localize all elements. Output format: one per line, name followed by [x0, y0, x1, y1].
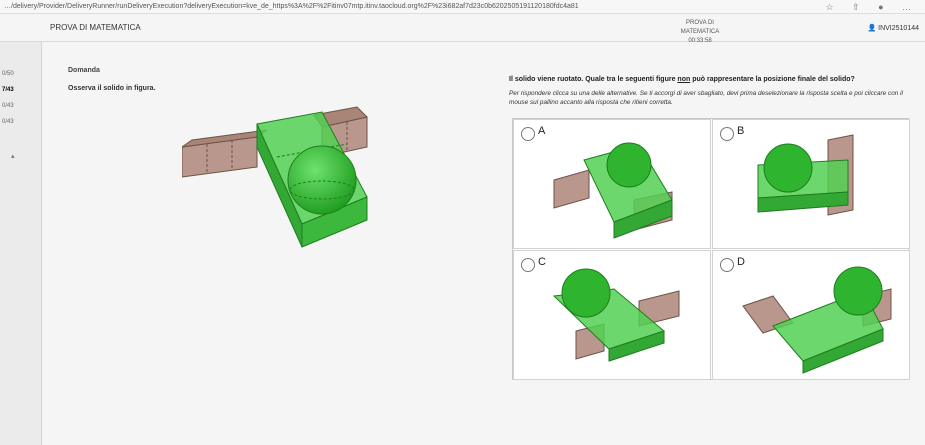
choice-b-figure [757, 134, 854, 216]
test-header: PROVA DI MATEMATICA PROVA DI MATEMATICA … [0, 14, 925, 44]
collapse-arrow-icon[interactable]: ▴ [11, 152, 15, 160]
choice-c-figure [552, 268, 680, 362]
choice-a-figure [553, 142, 673, 239]
prompt-negation: non [677, 76, 691, 83]
sidebar-item-section-4[interactable]: 0/43 [0, 114, 41, 130]
answer-choices: A B C D [512, 118, 910, 380]
sidebar-item-section-1[interactable]: 0/50 [0, 66, 41, 82]
sidebar: 0/50 7/43 0/43 0/43 ▴ [0, 42, 42, 445]
choice-d-figure [742, 266, 892, 374]
browser-url-bar[interactable]: …/delivery/Provider/DeliveryRunner/runDe… [0, 0, 925, 14]
sidebar-item-section-2[interactable]: 7/43 [0, 82, 41, 98]
choice-b[interactable]: B [712, 119, 910, 249]
sidebar-item-section-3[interactable]: 0/43 [0, 98, 41, 114]
user-id: INVI2510144 [878, 25, 919, 32]
solid-figure [182, 106, 368, 248]
choice-c[interactable]: C [513, 250, 711, 380]
test-title: PROVA DI MATEMATICA [50, 23, 141, 32]
choice-d[interactable]: D [712, 250, 910, 380]
stimulus-text: Osserva il solido in figura. [68, 85, 156, 92]
header-center-title: PROVA DI MATEMATICA [680, 20, 720, 35]
prompt-part-2: può rappresentare la posizione finale de… [690, 76, 855, 83]
instructions-text: Per rispondere clicca su una delle alter… [509, 90, 903, 106]
question-prompt: Il solido viene ruotato. Quale tra le se… [509, 76, 855, 83]
choice-a[interactable]: A [513, 119, 711, 249]
url-text: …/delivery/Provider/DeliveryRunner/runDe… [4, 3, 579, 10]
user-badge: 👤 INVI2510144 [867, 24, 919, 32]
browser-toolbar-icons[interactable]: ☆ ⇧ ● … [819, 0, 919, 13]
prompt-part-1: Il solido viene ruotato. Quale tra le se… [509, 76, 678, 83]
user-icon: 👤 [867, 25, 877, 32]
section-label: Domanda [68, 67, 100, 74]
question-area: Domanda Osserva il solido in figura. Il … [42, 42, 925, 445]
